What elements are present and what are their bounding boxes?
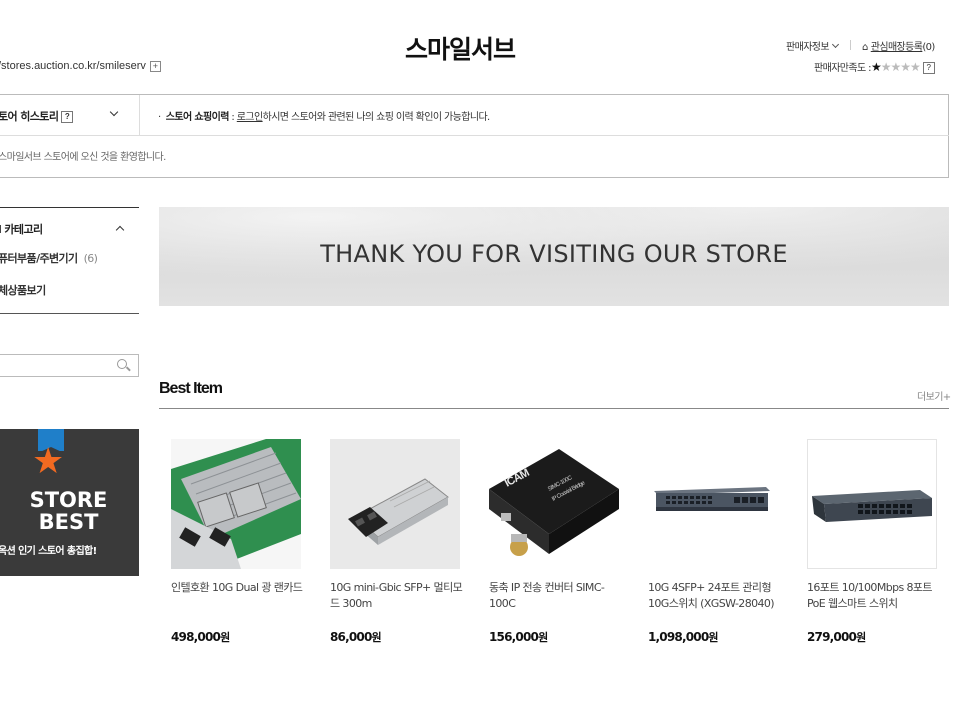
banner-subtitle: 옥션 인기 스토어 총집합! xyxy=(0,546,97,557)
price-value: 498,000 xyxy=(171,630,221,644)
store-title[interactable]: 스마일서브 xyxy=(380,30,540,66)
star-empty-icon: ★ xyxy=(900,60,911,74)
product-price: 498,000원 xyxy=(171,629,230,645)
product-card[interactable]: 10G mini-Gbic SFP+ 멀티모드 300m 86,000원 xyxy=(330,439,470,644)
product-image-poe-switch[interactable] xyxy=(807,439,937,569)
chevron-up-icon[interactable] xyxy=(115,225,125,235)
price-value: 1,098,000 xyxy=(648,630,709,644)
banner-line-store: STORE xyxy=(29,488,108,512)
shopping-history: · 스토어 쇼핑이력 : 로그인하시면 스토어와 관련된 나의 쇼핑 이력 확인… xyxy=(158,108,490,123)
store-history-label: 토어 히스토리 xyxy=(0,110,59,123)
category-top-border xyxy=(0,207,139,208)
favorite-store-button[interactable]: ⌂ 관심매장등록(0) xyxy=(862,38,935,53)
price-currency: 원 xyxy=(708,631,718,644)
product-card[interactable]: 인텔호환 10G Dual 광 랜카드 498,000원 xyxy=(171,439,311,644)
header-divider xyxy=(850,40,851,50)
more-link[interactable]: 더보기+ xyxy=(917,388,951,403)
product-price: 86,000원 xyxy=(330,629,382,645)
star-filled-icon: ★ xyxy=(870,60,882,74)
satisfaction-label: 판매자만족도 : xyxy=(814,63,872,74)
product-price: 279,000원 xyxy=(807,629,866,645)
product-name[interactable]: 10G 4SFP+ 24포트 관리형 10G스위치 (XGSW-28040) xyxy=(648,580,783,612)
best-item-title: Best Item xyxy=(159,380,223,397)
seller-satisfaction: 판매자만족도 :★★★★★? xyxy=(814,59,935,74)
price-value: 279,000 xyxy=(807,630,857,644)
product-card[interactable]: 10G 4SFP+ 24포트 관리형 10G스위치 (XGSW-28040) 1… xyxy=(648,439,788,644)
price-value: 156,000 xyxy=(489,630,539,644)
home-icon: ⌂ xyxy=(862,42,868,53)
price-currency: 원 xyxy=(538,631,548,644)
store-history-toggle[interactable]: 토어 히스토리? xyxy=(0,108,74,124)
all-products-link[interactable]: 체상품보기 xyxy=(0,282,46,298)
shopping-history-label: 스토어 쇼핑이력 xyxy=(165,112,230,123)
price-value: 86,000 xyxy=(330,630,372,644)
favorite-store-label: 관심매장등록 xyxy=(870,42,923,53)
star-empty-icon: ★ xyxy=(910,60,921,74)
seller-info-dropdown[interactable]: 판매자정보 xyxy=(786,38,840,53)
product-price: 156,000원 xyxy=(489,629,548,645)
visit-banner-text: THANK YOU FOR VISITING OUR STORE xyxy=(320,240,788,268)
managed-switch-icon xyxy=(654,487,770,511)
seller-info-label: 판매자정보 xyxy=(786,42,830,53)
product-image-sfp-module[interactable] xyxy=(330,439,460,569)
sfp-module-icon xyxy=(348,478,449,545)
star-badge-icon: ★ xyxy=(32,441,64,482)
copy-url-button[interactable]: + xyxy=(149,60,161,72)
dual-sfp-card-icon xyxy=(171,439,301,569)
login-link[interactable]: 로그인 xyxy=(237,112,263,123)
chevron-down-icon xyxy=(831,40,840,49)
category-item-computer-parts[interactable]: 퓨터부품/주변기기 (6) xyxy=(0,250,98,266)
shopping-history-text: 하시면 스토어와 관련된 나의 쇼핑 이력 확인이 가능합니다. xyxy=(262,112,491,123)
coax-converter-icon: ICAM SIMC-100C IP Coaxial Bridge xyxy=(489,449,619,556)
category-item-count: (6) xyxy=(83,252,98,265)
history-divider xyxy=(139,95,140,135)
store-best-banner[interactable]: ★ STORE BEST 옥션 인기 스토어 총집합! xyxy=(0,429,139,576)
welcome-message: 스마일서브 스토어에 오신 것을 환영합니다. xyxy=(0,152,166,163)
colon: : xyxy=(228,112,237,123)
product-card[interactable]: ICAM SIMC-100C IP Coaxial Bridge 동축 IP 전… xyxy=(489,439,629,644)
product-name[interactable]: 16포트 10/100Mbps 8포트 PoE 웹스마트 스위치 xyxy=(807,580,942,612)
rating-stars: ★★★★★ xyxy=(870,60,921,74)
product-image-coax-converter[interactable]: ICAM SIMC-100C IP Coaxial Bridge xyxy=(489,439,619,569)
category-bottom-border xyxy=(0,313,139,314)
star-empty-icon: ★ xyxy=(890,60,901,74)
favorite-count: (0) xyxy=(922,42,935,53)
product-name[interactable]: 10G mini-Gbic SFP+ 멀티모드 300m xyxy=(330,580,465,612)
bullet-icon: · xyxy=(158,112,166,123)
price-currency: 원 xyxy=(220,631,230,644)
category-title[interactable]: l 카테고리 xyxy=(0,221,43,237)
store-url: /stores.auction.co.kr/smileserv + xyxy=(0,60,161,72)
store-url-text[interactable]: /stores.auction.co.kr/smileserv xyxy=(0,60,146,72)
product-image-managed-switch[interactable] xyxy=(648,439,778,569)
category-item-label: 퓨터부품/주변기기 xyxy=(0,252,78,265)
history-help-button[interactable]: ? xyxy=(61,111,74,123)
poe-switch-icon xyxy=(812,490,932,522)
satisfaction-help-button[interactable]: ? xyxy=(922,62,935,74)
product-name[interactable]: 동축 IP 전송 컨버터 SIMC-100C xyxy=(489,580,624,612)
banner-line-best: BEST xyxy=(38,510,99,534)
price-currency: 원 xyxy=(856,631,866,644)
product-price: 1,098,000원 xyxy=(648,629,719,645)
product-card[interactable]: 16포트 10/100Mbps 8포트 PoE 웹스마트 스위치 279,000… xyxy=(807,439,947,644)
price-currency: 원 xyxy=(371,631,382,644)
product-image-network-card[interactable] xyxy=(171,439,301,569)
product-name[interactable]: 인텔호환 10G Dual 광 랜카드 xyxy=(171,580,306,596)
best-item-divider xyxy=(159,408,949,409)
